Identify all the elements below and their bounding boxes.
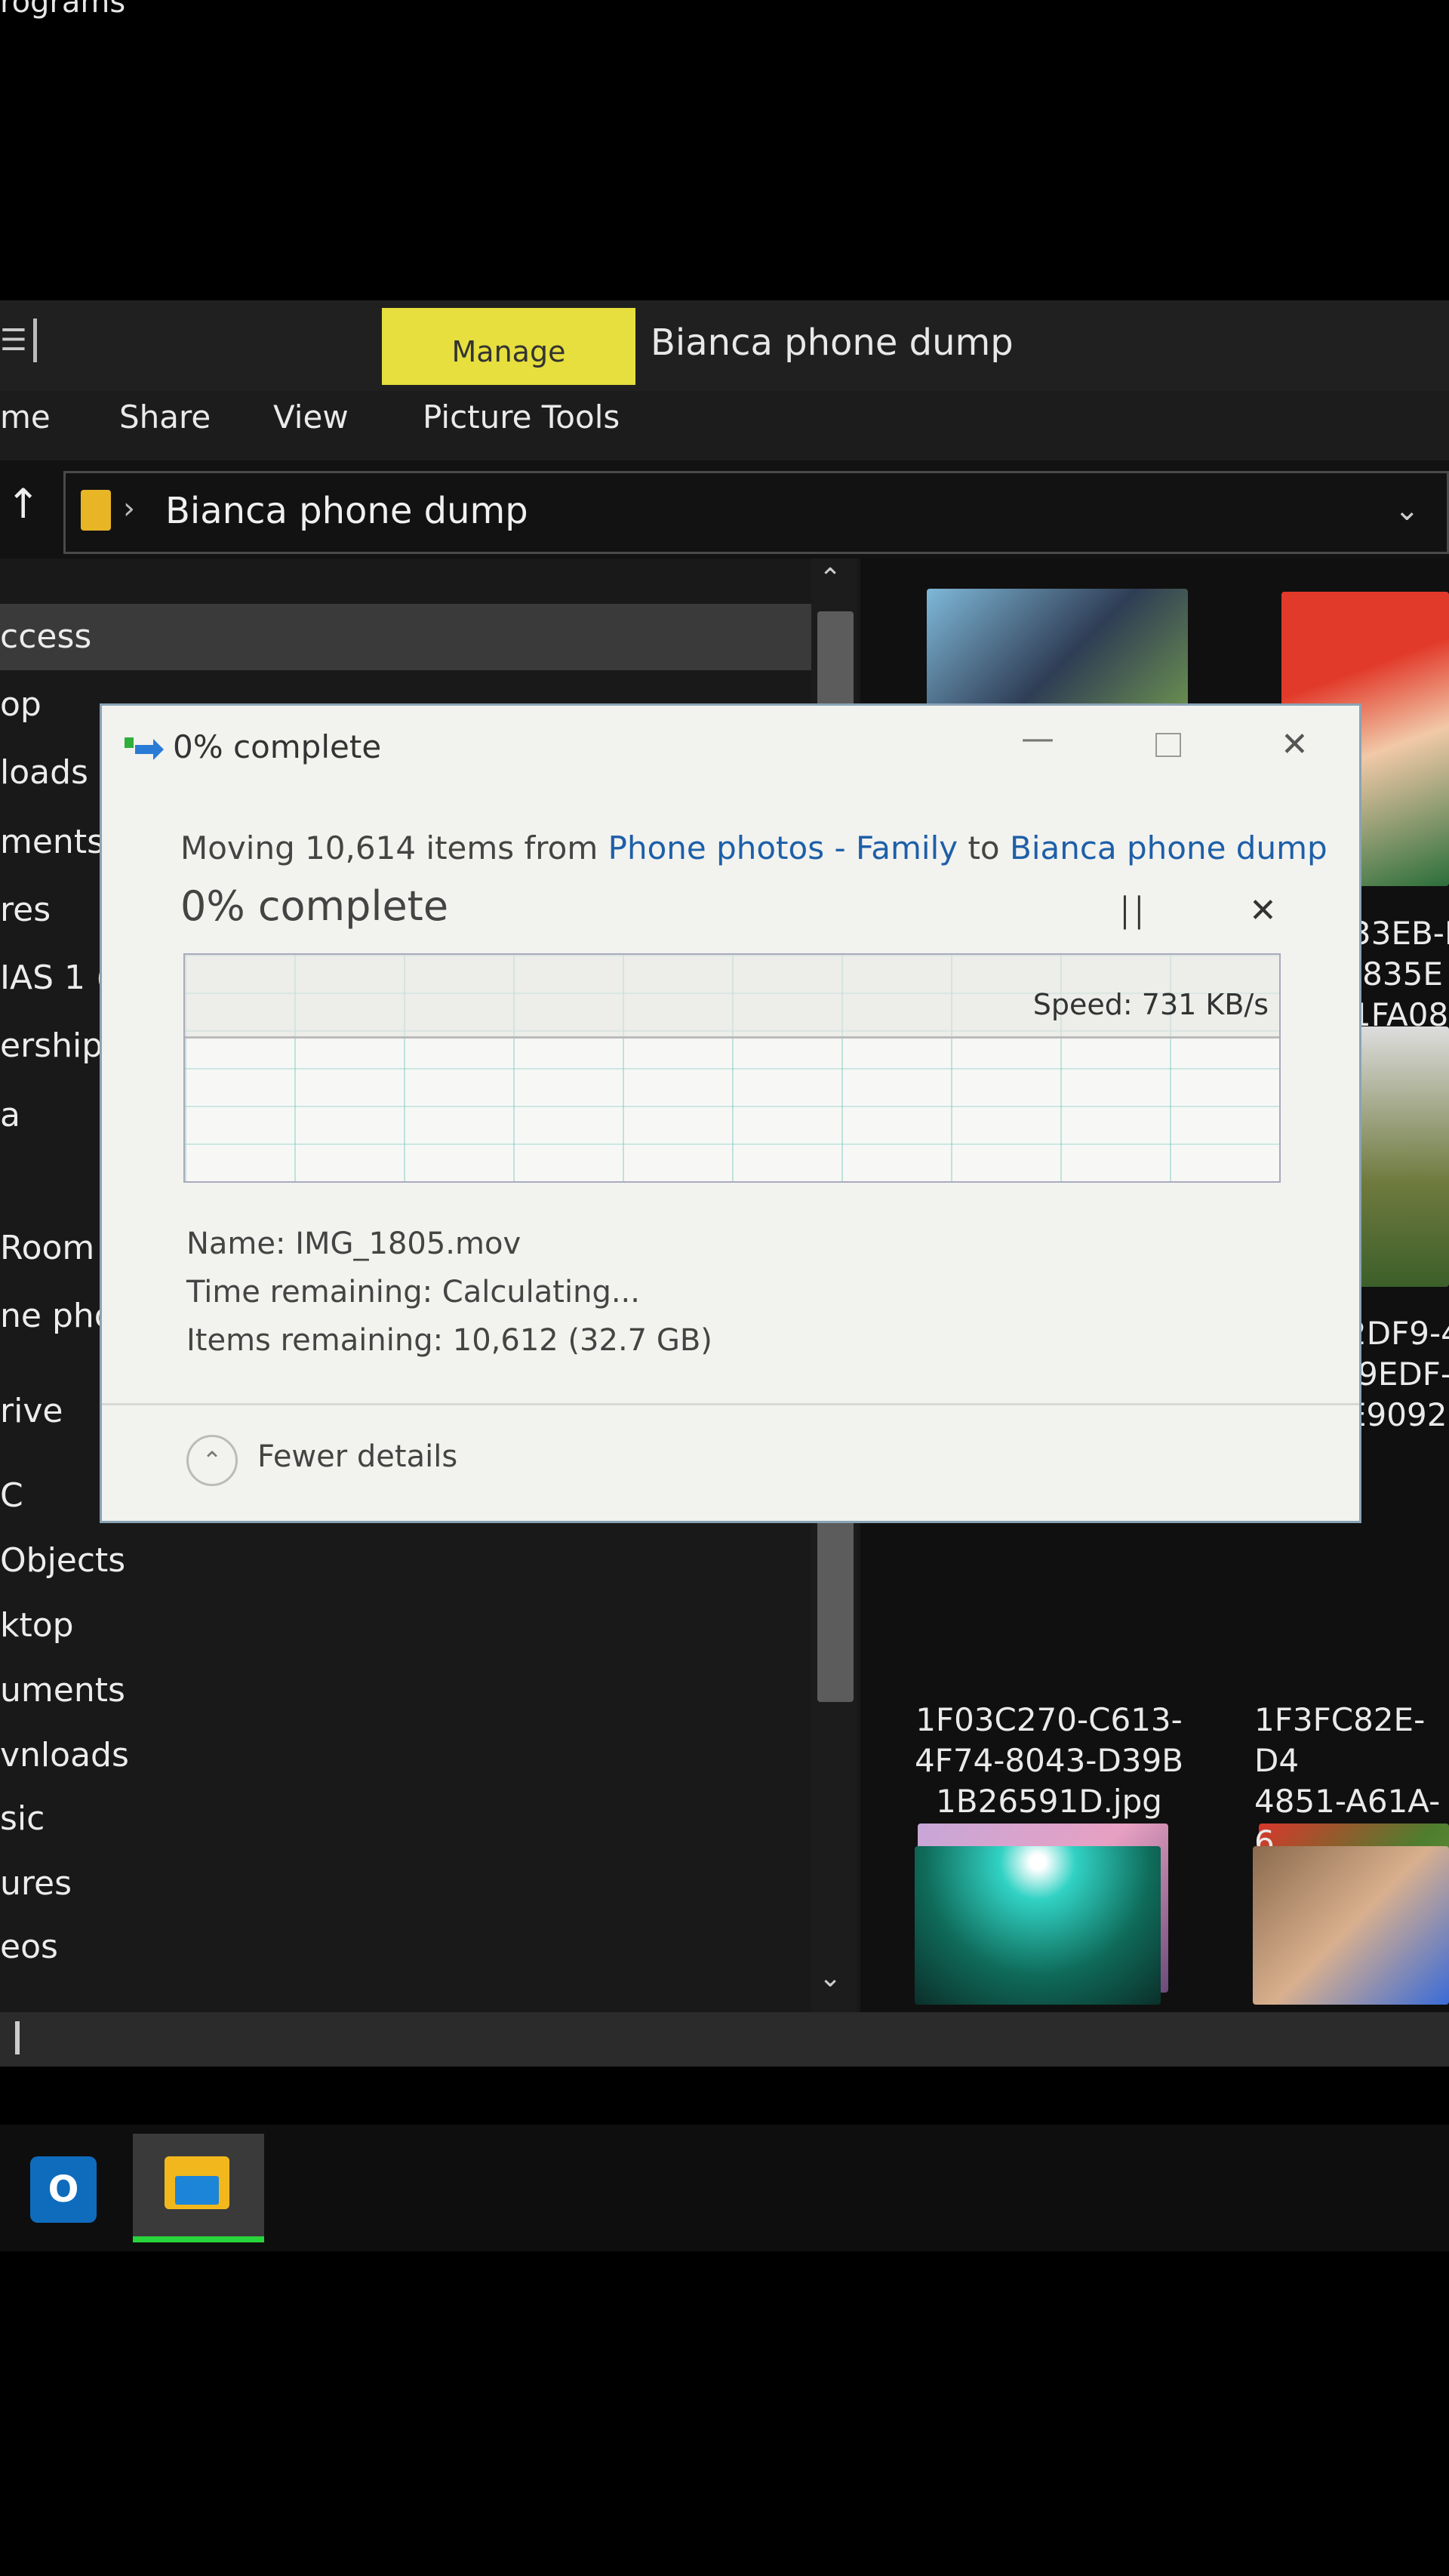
move-progress-dialog: 0% complete — ✕ Moving 10,614 items from… — [100, 703, 1361, 1523]
nav-item-this-pc[interactable]: C — [0, 1476, 23, 1515]
file-name-label[interactable]: 33EB-I -835E 1FA08 — [1351, 913, 1449, 1036]
items-remaining: Items remaining: 10,612 (32.7 GB) — [186, 1323, 712, 1358]
toolbar-separator — [33, 319, 37, 362]
nav-item-downloads-pc[interactable]: vnloads — [0, 1736, 129, 1774]
nav-item-documents-pc[interactable]: uments — [0, 1671, 125, 1710]
thumbnail-image[interactable] — [1253, 1846, 1449, 2005]
pause-icon[interactable]: ││ — [1116, 896, 1148, 929]
file-move-icon — [125, 737, 164, 760]
maximize-icon[interactable] — [1155, 733, 1181, 757]
dialog-divider — [102, 1403, 1359, 1405]
close-icon[interactable]: ✕ — [1281, 725, 1309, 764]
up-arrow-icon[interactable]: ↑ — [6, 480, 40, 528]
time-remaining: Time remaining: Calculating... — [186, 1275, 640, 1310]
nav-item-desktop-pc[interactable]: ktop — [0, 1606, 74, 1645]
tab-home[interactable]: me — [0, 399, 51, 435]
desktop-partial-label: rograms — [0, 0, 126, 20]
speed-graph: Speed: 731 KB/s — [183, 953, 1281, 1183]
nav-item-desktop[interactable]: op — [0, 685, 42, 724]
tab-picture-tools[interactable]: Picture Tools — [423, 399, 620, 435]
fewer-details-button[interactable]: Fewer details — [257, 1439, 457, 1474]
thumbnail-image[interactable] — [927, 589, 1188, 709]
percent-complete: 0% complete — [180, 882, 449, 930]
title-bar: ☰ Manage Bianca phone dump — [0, 300, 1449, 391]
nav-item-pictures[interactable]: res — [0, 891, 51, 929]
nav-item-downloads[interactable]: loads — [0, 753, 88, 792]
thumbnail-image[interactable] — [915, 1846, 1161, 2005]
nav-item-onedrive[interactable]: rive — [0, 1392, 63, 1430]
chevron-down-icon[interactable]: ⌄ — [1394, 493, 1420, 528]
transfer-speed: Speed: 731 KB/s — [1032, 988, 1269, 1021]
window-title: Bianca phone dump — [651, 322, 1014, 364]
file-explorer-icon — [165, 2156, 229, 2209]
folder-icon — [81, 490, 111, 531]
cancel-icon[interactable]: ✕ — [1249, 891, 1277, 930]
thumbnail-image[interactable] — [1355, 1026, 1449, 1287]
move-description: Moving 10,614 items from Phone photos - … — [180, 829, 1327, 866]
tab-manage[interactable]: Manage — [382, 308, 635, 385]
dialog-title: 0% complete — [173, 728, 382, 765]
destination-link[interactable]: Bianca phone dump — [1010, 829, 1327, 866]
file-explorer-icon-detail — [175, 2176, 219, 2205]
ribbon-tabs: me Share View Picture Tools — [0, 391, 1449, 460]
nav-item-music[interactable]: sic — [0, 1799, 45, 1838]
scroll-up-icon[interactable]: ⌃ — [819, 563, 841, 594]
status-bar — [0, 2012, 1449, 2067]
breadcrumb[interactable]: Bianca phone dump — [165, 490, 528, 532]
taskbar: O — [0, 2125, 1449, 2251]
address-bar[interactable]: › Bianca phone dump ⌄ — [63, 471, 1449, 554]
outlook-icon[interactable]: O — [30, 2156, 97, 2223]
address-row: ↑ › Bianca phone dump ⌄ — [0, 460, 1449, 559]
status-bar-marker — [15, 2021, 20, 2054]
source-link[interactable]: Phone photos - Family — [608, 829, 958, 866]
nav-item-documents[interactable]: ments — [0, 823, 104, 861]
tab-share[interactable]: Share — [119, 399, 211, 435]
tab-view[interactable]: View — [273, 399, 349, 435]
file-name-label[interactable]: 1F03C270-C613- 4F74-8043-D39B 1B26591D.j… — [906, 1700, 1192, 1822]
nav-item-room[interactable]: Room — [0, 1229, 94, 1267]
nav-item-quick-access[interactable]: ccess — [0, 617, 91, 656]
quick-access-toolbar-icon[interactable]: ☰ — [0, 323, 27, 358]
move-prefix-text: Moving 10,614 items from — [180, 829, 598, 866]
nav-item-3d-objects[interactable]: Objects — [0, 1541, 125, 1580]
nav-item-pictures-pc[interactable]: ures — [0, 1864, 72, 1903]
file-name-label[interactable]: 2DF9-4 -9EDF-9 E9092.j — [1346, 1313, 1449, 1436]
taskbar-file-explorer-button[interactable] — [133, 2134, 264, 2242]
scroll-down-icon[interactable]: ⌄ — [819, 1962, 841, 1993]
chevron-right-icon[interactable]: › — [123, 491, 135, 526]
minimize-icon[interactable]: — — [1021, 719, 1054, 758]
nav-item-a[interactable]: a — [0, 1096, 20, 1134]
chevron-up-icon[interactable]: ⌃ — [186, 1435, 238, 1486]
move-mid-text: to — [968, 829, 1000, 866]
nav-item-videos[interactable]: eos — [0, 1928, 58, 1966]
current-file-name: Name: IMG_1805.mov — [186, 1226, 521, 1261]
nav-selection-highlight — [0, 604, 811, 670]
